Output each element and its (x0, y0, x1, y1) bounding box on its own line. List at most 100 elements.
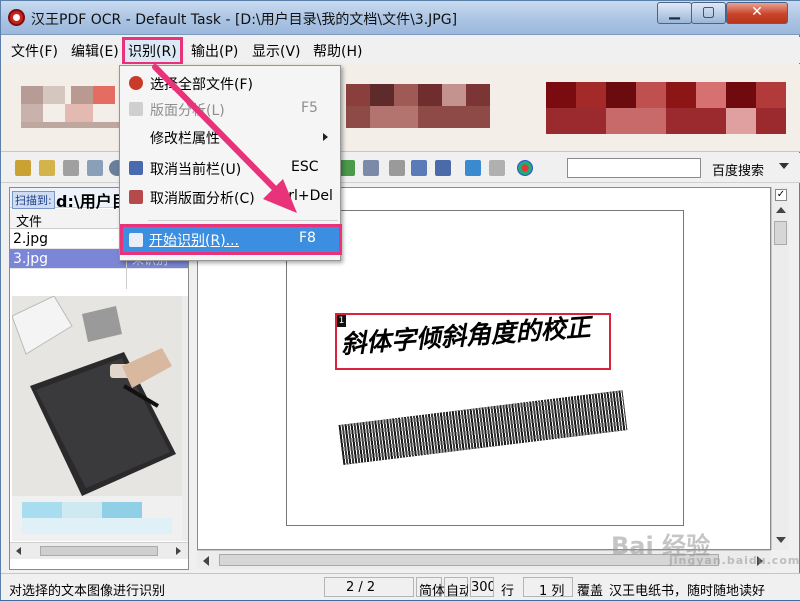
banner-pixel (43, 86, 65, 104)
banner-pixel (756, 82, 786, 108)
scroll-down-icon[interactable] (776, 537, 786, 543)
layout-analysis-icon (129, 102, 143, 116)
scroll-right-icon[interactable] (176, 547, 181, 555)
select-all-icon (129, 76, 143, 90)
banner-pixel (370, 106, 418, 128)
file-pane-hscrollbar[interactable] (10, 542, 188, 559)
arrow-right-icon[interactable] (489, 160, 505, 176)
region-text: 斜体字倾斜角度的校正 (340, 312, 592, 359)
banner-pixel (636, 82, 666, 108)
canvas-vscrollbar[interactable]: ✓ (771, 187, 789, 550)
start-recognize-icon (129, 233, 143, 247)
delete-region-icon[interactable] (363, 160, 379, 176)
status-bar: 对选择的文本图像进行识别 2 / 2 简体 自动 300 行 1 列 覆盖 汉王… (1, 573, 800, 600)
status-overwrite: 覆盖 (577, 584, 604, 599)
color-wheel-icon[interactable] (517, 160, 533, 176)
menu-item-cancel-layout[interactable]: 取消版面分析(C) Ctrl+Del (121, 184, 339, 210)
menu-edit[interactable]: 编辑(E) (71, 41, 119, 61)
banner-pixel (21, 104, 43, 122)
banner-pixel (696, 82, 726, 108)
status-row: 行 (501, 584, 515, 599)
chevron-down-icon[interactable] (779, 163, 789, 169)
text-region[interactable]: 1 斜体字倾斜角度的校正 (335, 313, 611, 370)
banner-pixel (546, 82, 576, 108)
close-button[interactable]: ✕ (726, 2, 788, 24)
app-window: 汉王PDF OCR - Default Task - [D:\用户目录\我的文档… (0, 0, 800, 600)
open-folder-icon[interactable] (15, 160, 31, 176)
scroll-left-icon[interactable] (16, 547, 21, 555)
status-page: 2 / 2 (346, 580, 376, 595)
banner-pixel (418, 84, 442, 106)
banner-pixel (71, 86, 93, 104)
menu-file[interactable]: 文件(F) (11, 41, 58, 61)
banner-pixel (606, 82, 636, 108)
check-icon[interactable]: ✓ (775, 189, 787, 201)
status-marquee: 汉王电纸书，随时随地读好 (609, 584, 766, 599)
menu-view[interactable]: 显示(V) (252, 41, 301, 61)
cancel-layout-icon (129, 190, 143, 204)
app-logo-icon (8, 9, 25, 26)
tablet-photo (12, 296, 182, 541)
menu-output[interactable]: 输出(P) (191, 41, 238, 61)
banner-pixel (346, 84, 370, 106)
open-file-icon[interactable] (39, 160, 55, 176)
thumbnail-scrollbar[interactable] (182, 296, 188, 541)
banner-pixel (394, 84, 418, 106)
scroll-up-icon[interactable] (776, 207, 786, 213)
status-column: 1 列 (539, 584, 565, 599)
pointer-icon[interactable] (389, 160, 405, 176)
file-name: 2.jpg (13, 231, 49, 247)
status-language: 简体 (419, 584, 446, 599)
banner-pixel (370, 84, 394, 106)
file-name: 3.jpg (13, 251, 49, 267)
scroll-thumb[interactable] (40, 546, 158, 556)
banner-pixel (726, 82, 756, 108)
pen-icon[interactable] (435, 160, 451, 176)
submenu-arrow-icon (323, 133, 328, 141)
banner-pixel (576, 82, 606, 108)
menu-item-cancel-column[interactable]: 取消当前栏(U) ESC (121, 155, 339, 181)
cancel-column-icon (129, 161, 143, 175)
menu-item-start-recognize[interactable]: 开始识别(R)... F8 (120, 224, 342, 255)
arrow-left-icon[interactable] (465, 160, 481, 176)
region-icon[interactable] (339, 160, 355, 176)
banner-pixel (65, 104, 93, 122)
scroll-thumb[interactable] (774, 221, 787, 245)
window-title: 汉王PDF OCR - Default Task - [D:\用户目录\我的文档… (31, 12, 458, 28)
noisy-text-image (338, 390, 628, 465)
banner-pixel (346, 106, 490, 128)
save-icon[interactable] (87, 160, 103, 176)
scan-to-label: 扫描到: (12, 191, 55, 209)
baidu-watermark: Bai 经验 jingyan.baidu.com (611, 526, 799, 567)
minimize-button[interactable]: ▁ (657, 2, 692, 24)
select-icon[interactable] (411, 160, 427, 176)
status-hint: 对选择的文本图像进行识别 (9, 584, 166, 599)
banner-pixel (726, 108, 756, 134)
banner-pixel (666, 82, 696, 108)
maximize-button[interactable]: ▢ (691, 2, 726, 24)
document-page: 1 斜体字倾斜角度的校正 (286, 210, 684, 526)
banner-pixel (466, 84, 490, 106)
menu-recognize[interactable]: 识别(R) (122, 37, 183, 65)
banner-pixel (606, 108, 666, 134)
title-bar: 汉王PDF OCR - Default Task - [D:\用户目录\我的文档… (1, 1, 800, 35)
menu-help[interactable]: 帮助(H) (313, 41, 362, 61)
menu-separator (148, 220, 338, 221)
banner-pixel (21, 122, 121, 128)
file-column-label: 文件 (16, 215, 43, 230)
menu-item-select-all[interactable]: 选择全部文件(F) (121, 70, 339, 96)
search-input[interactable] (567, 158, 701, 178)
menu-item-layout-analysis[interactable]: 版面分析(L) F5 (121, 96, 339, 122)
menu-bar: 文件(F) 编辑(E) 识别(R) 输出(P) 显示(V) 帮助(H) (1, 37, 800, 65)
thumbnail-preview[interactable] (12, 296, 182, 541)
menu-item-column-properties[interactable]: 修改栏属性 (121, 124, 339, 150)
scroll-left-icon[interactable] (203, 556, 209, 566)
scan-icon[interactable] (63, 160, 79, 176)
status-mode: 自动 (446, 584, 468, 599)
recognize-menu: 选择全部文件(F) 版面分析(L) F5 修改栏属性 取消当前栏(U) ESC … (119, 65, 342, 261)
banner-pixel (93, 86, 115, 104)
search-engine-label[interactable]: 百度搜索 (712, 160, 764, 179)
banner-pixel (21, 86, 43, 104)
watermark-sub: jingyan.baidu.com (669, 554, 800, 567)
status-dpi: 300 (471, 580, 493, 595)
